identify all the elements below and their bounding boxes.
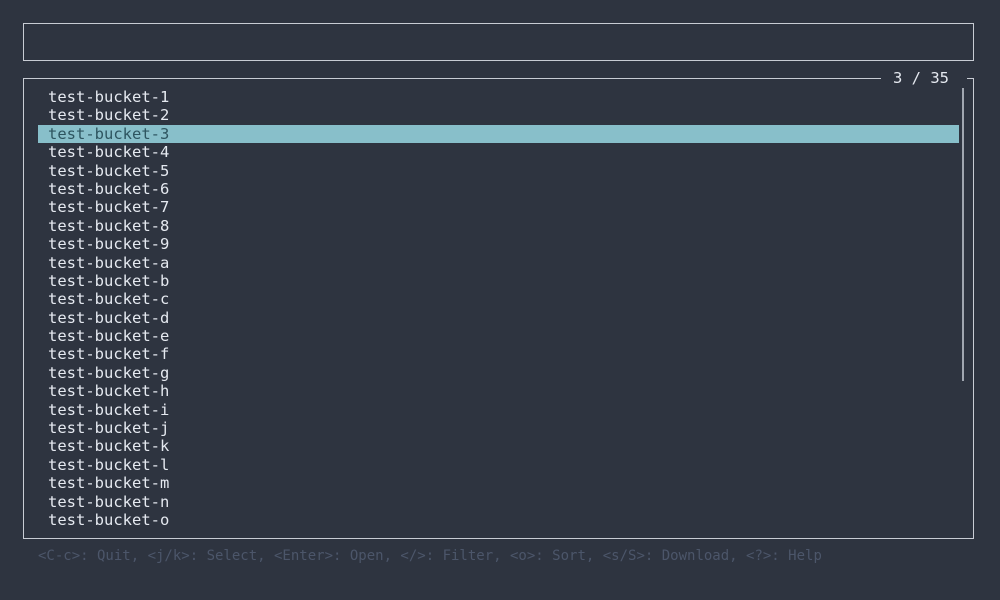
list-item[interactable]: test-bucket-f xyxy=(38,345,959,363)
list-item[interactable]: test-bucket-n xyxy=(38,493,959,511)
list-item[interactable]: test-bucket-b xyxy=(38,272,959,290)
list-item[interactable]: test-bucket-2 xyxy=(38,106,959,124)
list-item[interactable]: test-bucket-1 xyxy=(38,88,959,106)
list-item[interactable]: test-bucket-k xyxy=(38,437,959,455)
filter-input[interactable] xyxy=(23,23,974,61)
list-item[interactable]: test-bucket-9 xyxy=(38,235,959,253)
list-counter: 3 / 35 xyxy=(893,69,949,87)
list-item[interactable]: test-bucket-c xyxy=(38,290,959,308)
list-item[interactable]: test-bucket-g xyxy=(38,364,959,382)
scrollbar[interactable] xyxy=(962,88,964,381)
list-item[interactable]: test-bucket-5 xyxy=(38,162,959,180)
list-item[interactable]: test-bucket-d xyxy=(38,309,959,327)
bucket-list: test-bucket-1 test-bucket-2 test-bucket-3 t… xyxy=(38,88,959,529)
list-item[interactable]: test-bucket-o xyxy=(38,511,959,529)
list-item[interactable]: test-bucket-4 xyxy=(38,143,959,161)
list-item-selected[interactable]: test-bucket-3 xyxy=(38,124,959,144)
list-item[interactable]: test-bucket-j xyxy=(38,419,959,437)
list-item[interactable]: test-bucket-h xyxy=(38,382,959,400)
list-item[interactable]: test-bucket-m xyxy=(38,474,959,492)
list-item[interactable]: test-bucket-7 xyxy=(38,198,959,216)
list-item[interactable]: test-bucket-l xyxy=(38,456,959,474)
list-item[interactable]: test-bucket-a xyxy=(38,254,959,272)
list-item[interactable]: test-bucket-i xyxy=(38,401,959,419)
list-item[interactable]: test-bucket-8 xyxy=(38,217,959,235)
list-item[interactable]: test-bucket-6 xyxy=(38,180,959,198)
list-item[interactable]: test-bucket-e xyxy=(38,327,959,345)
keybinding-help: <C-c>: Quit, <j/k>: Select, <Enter>: Ope… xyxy=(38,548,822,564)
